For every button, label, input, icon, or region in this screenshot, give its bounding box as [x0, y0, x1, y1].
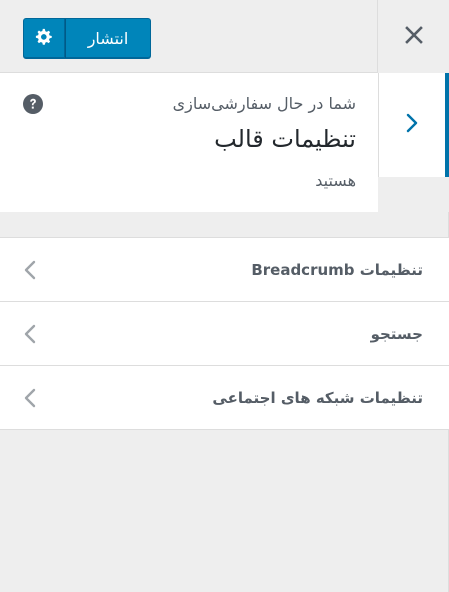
- gear-icon: [35, 28, 53, 50]
- section-search[interactable]: جستجو: [0, 301, 449, 366]
- customize-info-card: شما در حال سفارشی‌سازی تنظیمات قالب هستی…: [0, 73, 378, 212]
- section-breadcrumb-settings[interactable]: تنظیمات Breadcrumb: [0, 237, 449, 302]
- customizing-suffix: هستید: [315, 171, 356, 190]
- publish-settings-button[interactable]: [23, 18, 65, 59]
- section-label: جستجو: [370, 324, 423, 343]
- close-icon: [404, 25, 423, 48]
- customize-info: شما در حال سفارشی‌سازی تنظیمات قالب هستی…: [0, 73, 449, 212]
- chevron-left-icon: [22, 322, 38, 346]
- customizer-header: انتشار: [0, 0, 449, 73]
- section-social-network-settings[interactable]: تنظیمات شبکه های اجتماعی: [0, 365, 449, 430]
- customizing-title: تنظیمات قالب: [214, 125, 356, 153]
- customizing-prefix: شما در حال سفارشی‌سازی: [172, 94, 356, 113]
- chevron-left-icon: [22, 386, 38, 410]
- close-customizer-button[interactable]: [377, 0, 449, 73]
- publish-button[interactable]: انتشار: [65, 18, 151, 59]
- customizer-sections: تنظیمات Breadcrumb جستجو تنظیمات شبکه ها…: [0, 237, 449, 430]
- publish-button-group: انتشار: [23, 18, 151, 59]
- section-label: تنظیمات Breadcrumb: [251, 260, 423, 279]
- help-icon[interactable]: [23, 94, 43, 114]
- section-label: تنظیمات شبکه های اجتماعی: [212, 388, 423, 407]
- chevron-right-icon: [405, 112, 419, 138]
- customizer-panel: انتشار شما در حال سفارشی‌سازی تنظیمات قا…: [0, 0, 449, 592]
- chevron-left-icon: [22, 258, 38, 282]
- customize-back-button[interactable]: [378, 73, 449, 177]
